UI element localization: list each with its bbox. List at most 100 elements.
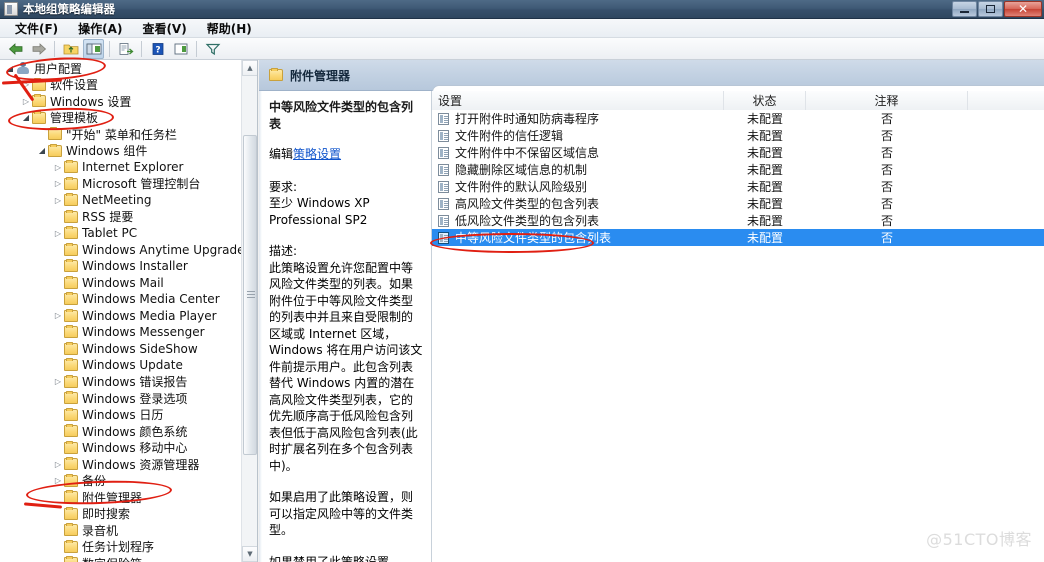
folder-icon: [48, 127, 62, 141]
maximize-button[interactable]: [978, 1, 1003, 17]
menu-help[interactable]: 帮助(H): [198, 18, 261, 39]
tree-item[interactable]: ▷ Windows 错误报告: [0, 374, 241, 391]
column-header-blank[interactable]: [968, 90, 1044, 110]
chevron-right-icon[interactable]: ▷: [20, 95, 32, 107]
column-header-setting[interactable]: 设置: [432, 90, 724, 110]
chevron-right-icon[interactable]: ▷: [52, 194, 64, 206]
folder-icon: [64, 407, 78, 421]
table-row[interactable]: 低风险文件类型的包含列表 未配置 否: [432, 212, 1044, 229]
tree-item[interactable]: 附件管理器: [0, 489, 241, 506]
setting-name: 文件附件中不保留区域信息: [455, 146, 600, 160]
tree-item[interactable]: ▷ NetMeeting: [0, 192, 241, 209]
tree-item[interactable]: ◢ 用户配置: [0, 60, 241, 77]
tree-item[interactable]: Windows Mail: [0, 275, 241, 292]
back-button[interactable]: [5, 39, 26, 59]
scroll-down-button[interactable]: ▼: [242, 546, 257, 562]
twisty-placeholder: [52, 244, 64, 256]
tree-item[interactable]: ▷ 软件设置: [0, 77, 241, 94]
folder-icon: [64, 457, 78, 471]
edit-policy-setting-link[interactable]: 策略设置: [293, 147, 341, 161]
tree-item[interactable]: Windows 日历: [0, 407, 241, 424]
cell-state: 未配置: [746, 197, 783, 211]
tree-scrollbar[interactable]: ▲ ▼: [241, 60, 257, 562]
column-header-comment[interactable]: 注释: [806, 90, 968, 110]
tree-item[interactable]: Windows SideShow: [0, 341, 241, 358]
tree-item[interactable]: ▷ Windows 资源管理器: [0, 456, 241, 473]
chevron-right-icon[interactable]: ▷: [52, 227, 64, 239]
tree-item[interactable]: Windows Anytime Upgrade: [0, 242, 245, 259]
tree-item[interactable]: ▷ Microsoft 管理控制台: [0, 176, 241, 193]
cell-comment: 否: [880, 146, 893, 160]
chevron-down-icon[interactable]: ◢: [20, 112, 32, 124]
tree-item[interactable]: Windows Installer: [0, 258, 241, 275]
tree-item[interactable]: Windows Media Center: [0, 291, 241, 308]
chevron-right-icon[interactable]: ▷: [20, 79, 32, 91]
filter-button[interactable]: [202, 39, 223, 59]
cell-comment: 否: [880, 112, 893, 126]
column-header-state[interactable]: 状态: [724, 90, 806, 110]
chevron-right-icon[interactable]: ▷: [52, 376, 64, 388]
chevron-right-icon[interactable]: ▷: [52, 475, 64, 487]
tree-item[interactable]: 数字保险箱: [0, 555, 241, 562]
pane-header-title: 附件管理器: [290, 68, 351, 83]
folder-icon: [64, 176, 78, 190]
chevron-down-icon[interactable]: ◢: [4, 62, 16, 74]
scrollbar-thumb[interactable]: [243, 135, 257, 455]
tree-item[interactable]: 录音机: [0, 522, 241, 539]
close-button[interactable]: ✕: [1004, 1, 1042, 17]
console-tree-pane[interactable]: ◢ 用户配置 ▷ 软件设置 ▷ Windows 设置 ◢ 管理模板 "开始" 菜单和任务栏 ◢ Wi…: [0, 60, 258, 562]
cell-setting: 高风险文件类型的包含列表: [432, 195, 724, 212]
tree-item-label: Windows 日历: [82, 408, 164, 423]
tree-item[interactable]: ▷ 备份: [0, 473, 241, 490]
folder-icon: [64, 440, 78, 454]
tree-item[interactable]: Windows 颜色系统: [0, 423, 241, 440]
table-row[interactable]: 打开附件时通知防病毒程序 未配置 否: [432, 110, 1044, 127]
twisty-placeholder: [52, 524, 64, 536]
minimize-button[interactable]: [952, 1, 977, 17]
menu-file[interactable]: 文件(F): [6, 18, 67, 39]
tree-item-label: 管理模板: [50, 111, 99, 126]
up-folder-button[interactable]: [60, 39, 81, 59]
tree-item[interactable]: ▷ Windows 设置: [0, 93, 241, 110]
show-console-tree-button[interactable]: [83, 38, 104, 59]
tree-item-label: Windows Anytime Upgrade: [82, 242, 245, 257]
toolbar-separator-3: [141, 40, 142, 57]
tree-item[interactable]: ◢ Windows 组件: [0, 143, 241, 160]
export-list-button[interactable]: [115, 39, 136, 59]
scroll-up-button[interactable]: ▲: [242, 60, 257, 76]
table-row[interactable]: 中等风险文件类型的包含列表 未配置 否: [432, 229, 1044, 246]
tree-item[interactable]: RSS 提要: [0, 209, 241, 226]
chevron-down-icon[interactable]: ◢: [36, 145, 48, 157]
table-row[interactable]: 文件附件的信任逻辑 未配置 否: [432, 127, 1044, 144]
filter-icon: [205, 43, 220, 55]
folder-icon: [32, 77, 46, 91]
table-row[interactable]: 高风险文件类型的包含列表 未配置 否: [432, 195, 1044, 212]
window-controls: ✕: [952, 1, 1042, 17]
chevron-right-icon[interactable]: ▷: [52, 310, 64, 322]
properties-button[interactable]: [170, 39, 191, 59]
menu-view[interactable]: 查看(V): [133, 18, 195, 39]
table-row[interactable]: 文件附件中不保留区域信息 未配置 否: [432, 144, 1044, 161]
tree-item[interactable]: 任务计划程序: [0, 539, 241, 556]
tree-item[interactable]: Windows 登录选项: [0, 390, 241, 407]
chevron-right-icon[interactable]: ▷: [52, 458, 64, 470]
tree-item[interactable]: Windows Update: [0, 357, 241, 374]
tree-item[interactable]: ▷ Tablet PC: [0, 225, 241, 242]
cell-state: 未配置: [746, 231, 783, 245]
results-pane: 附件管理器 中等风险文件类型的包含列表 编辑策略设置 要求: 至少 Window…: [259, 60, 1044, 562]
chevron-right-icon[interactable]: ▷: [52, 161, 64, 173]
tree-item[interactable]: Windows Messenger: [0, 324, 241, 341]
tree-item[interactable]: ▷ Windows Media Player: [0, 308, 241, 325]
tree-item[interactable]: ◢ 管理模板: [0, 110, 241, 127]
chevron-right-icon[interactable]: ▷: [52, 178, 64, 190]
tree-item[interactable]: "开始" 菜单和任务栏: [0, 126, 241, 143]
forward-button[interactable]: [28, 39, 49, 59]
table-row[interactable]: 文件附件的默认风险级别 未配置 否: [432, 178, 1044, 195]
tree-item-label: Internet Explorer: [82, 160, 184, 175]
tree-item[interactable]: Windows 移动中心: [0, 440, 241, 457]
table-row[interactable]: 隐藏删除区域信息的机制 未配置 否: [432, 161, 1044, 178]
tree-item[interactable]: ▷ Internet Explorer: [0, 159, 241, 176]
tree-item[interactable]: 即时搜索: [0, 506, 241, 523]
help-button[interactable]: ?: [147, 39, 168, 59]
menu-action[interactable]: 操作(A): [69, 18, 131, 39]
